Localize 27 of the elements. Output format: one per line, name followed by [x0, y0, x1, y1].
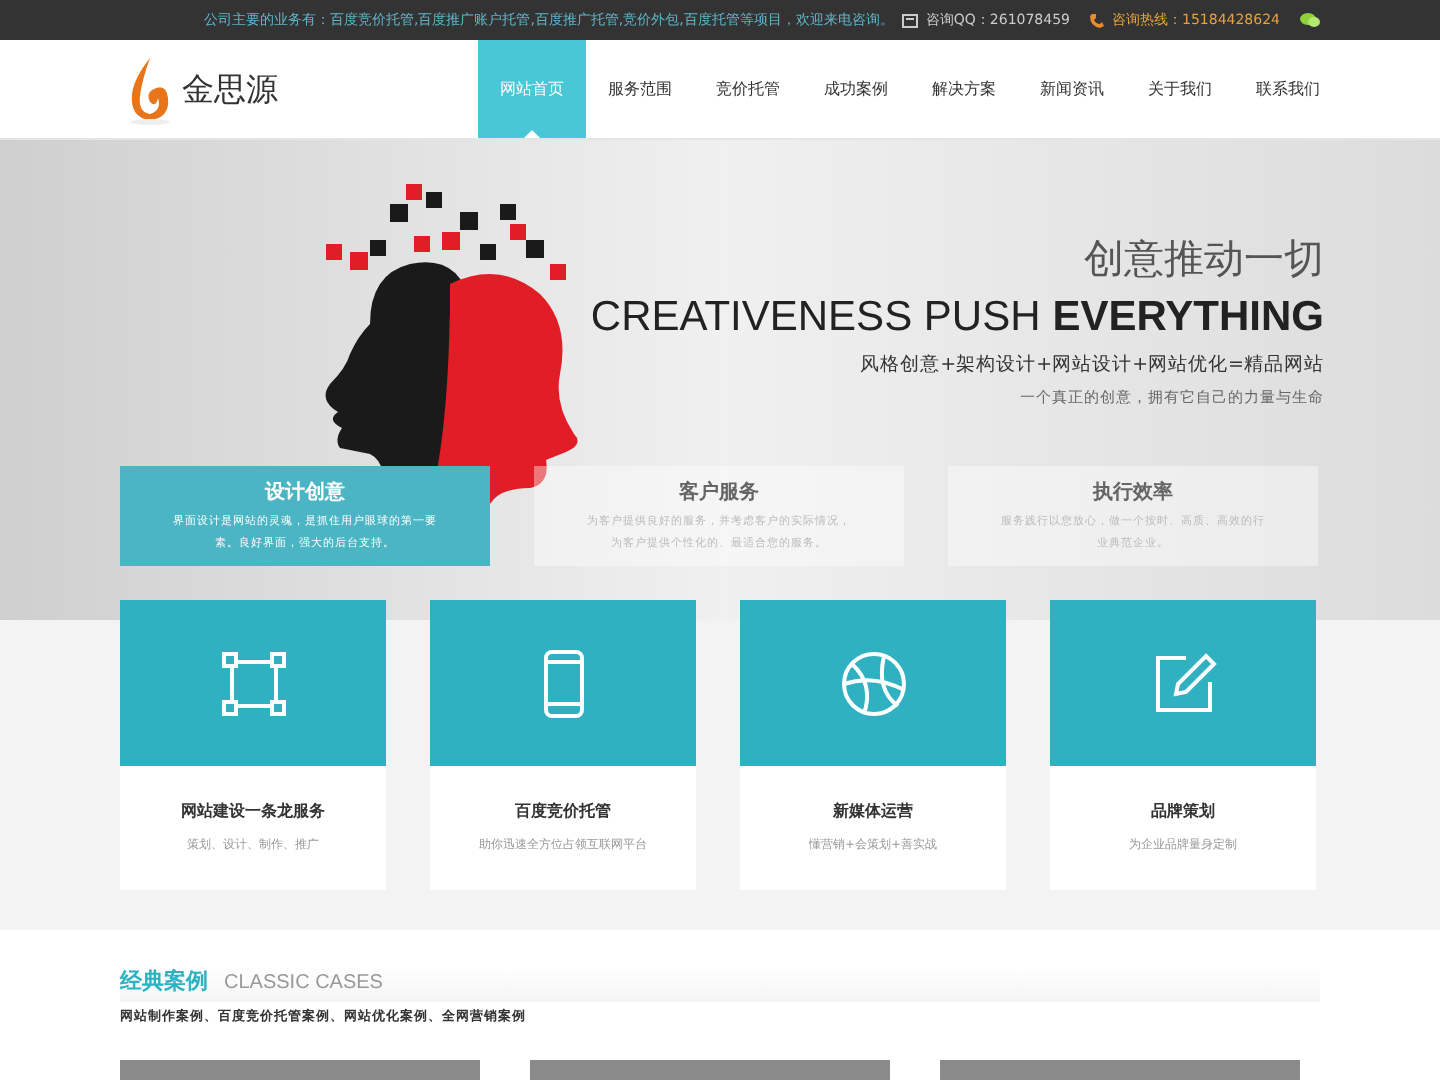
feature-title: 客户服务	[679, 478, 759, 508]
service-title: 百度竞价托管	[515, 800, 611, 824]
feature-title: 设计创意	[265, 479, 345, 508]
hero-slogan: CREATIVENESS PUSH	[590, 292, 1041, 344]
nav-tab[interactable]: 成功案例	[802, 40, 910, 138]
section-title: 经典案例	[120, 966, 208, 998]
hero-heading: 创意推动一切	[1084, 232, 1324, 284]
frame-icon	[219, 649, 287, 717]
service-title: 新媒体运营	[833, 800, 913, 824]
wechat-icon[interactable]	[1300, 12, 1320, 28]
smartphone-icon	[541, 649, 585, 717]
service-title: 网站建设一条龙服务	[181, 800, 325, 824]
nav-tab[interactable]: 新闻资讯	[1018, 40, 1126, 138]
nav-tab[interactable]: 关于我们	[1126, 40, 1234, 138]
nav-tab[interactable]: 解决方案	[910, 40, 1018, 138]
logo-text[interactable]: 金思源	[182, 65, 278, 113]
service-title: 品牌策划	[1151, 800, 1215, 824]
phone-icon	[1090, 12, 1104, 28]
feature-title: 执行效率	[1093, 478, 1173, 508]
nav-tab[interactable]: 竞价托管	[694, 40, 802, 138]
section-subtitle: CLASSIC CASES	[224, 970, 383, 998]
hero-slogan-bold: EVERYTHING	[1052, 292, 1324, 344]
nav-tab[interactable]: 服务范围	[586, 40, 694, 138]
nav-tab[interactable]: 联系我们	[1234, 40, 1342, 138]
hero-formula: 风格创意+架构设计+网站设计+网站优化=精品网站	[860, 352, 1324, 380]
chat-icon	[901, 13, 918, 27]
basketball-icon	[839, 649, 907, 717]
